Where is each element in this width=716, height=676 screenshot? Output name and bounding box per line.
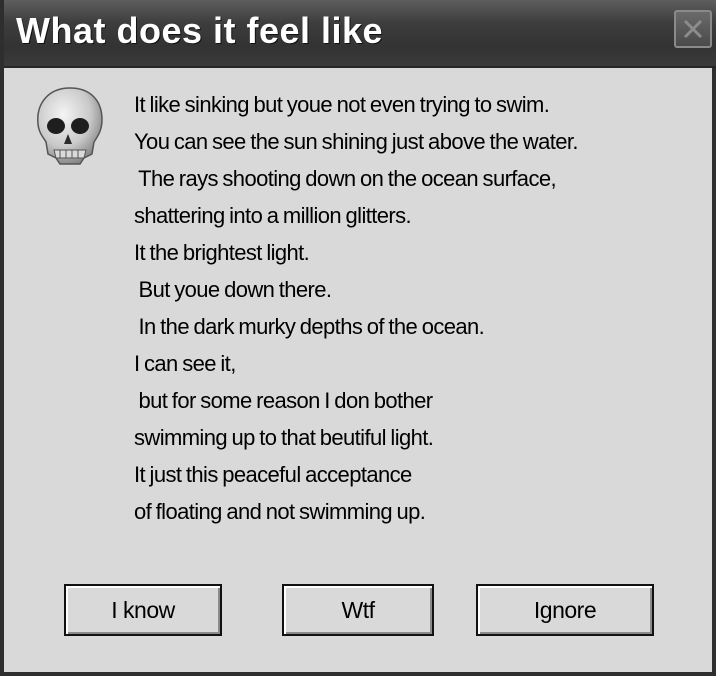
message-line: You can see the sun shining just above t… <box>134 129 579 154</box>
dialog-window: What does it feel like It like sinking b… <box>0 0 716 676</box>
message-line: It the brightest light. <box>134 240 310 265</box>
message-line: It like sinking but youe not even trying… <box>134 92 550 117</box>
message-line: But youe down there. <box>134 277 333 302</box>
close-icon <box>683 19 703 39</box>
dialog-message: It like sinking but youe not even trying… <box>134 86 704 530</box>
message-line: swimming up to that beutiful light. <box>134 425 434 450</box>
wtf-button[interactable]: Wtf <box>282 584 434 636</box>
close-button[interactable] <box>674 10 712 48</box>
message-line: shattering into a million glitters. <box>134 203 412 228</box>
title-bar[interactable]: What does it feel like <box>4 0 716 68</box>
message-line: It just this peaceful acceptance <box>134 462 412 487</box>
message-line: but for some reason I don bother <box>134 388 434 413</box>
message-line: I can see it, <box>134 351 236 376</box>
message-line: of floating and not swimming up. <box>134 499 426 524</box>
message-line: The rays shooting down on the ocean surf… <box>134 166 556 191</box>
i-know-button[interactable]: I know <box>64 584 222 636</box>
message-line: In the dark murky depths of the ocean. <box>134 314 485 339</box>
dialog-title: What does it feel like <box>16 10 384 51</box>
ignore-button[interactable]: Ignore <box>476 584 654 636</box>
skull-icon <box>30 84 110 168</box>
